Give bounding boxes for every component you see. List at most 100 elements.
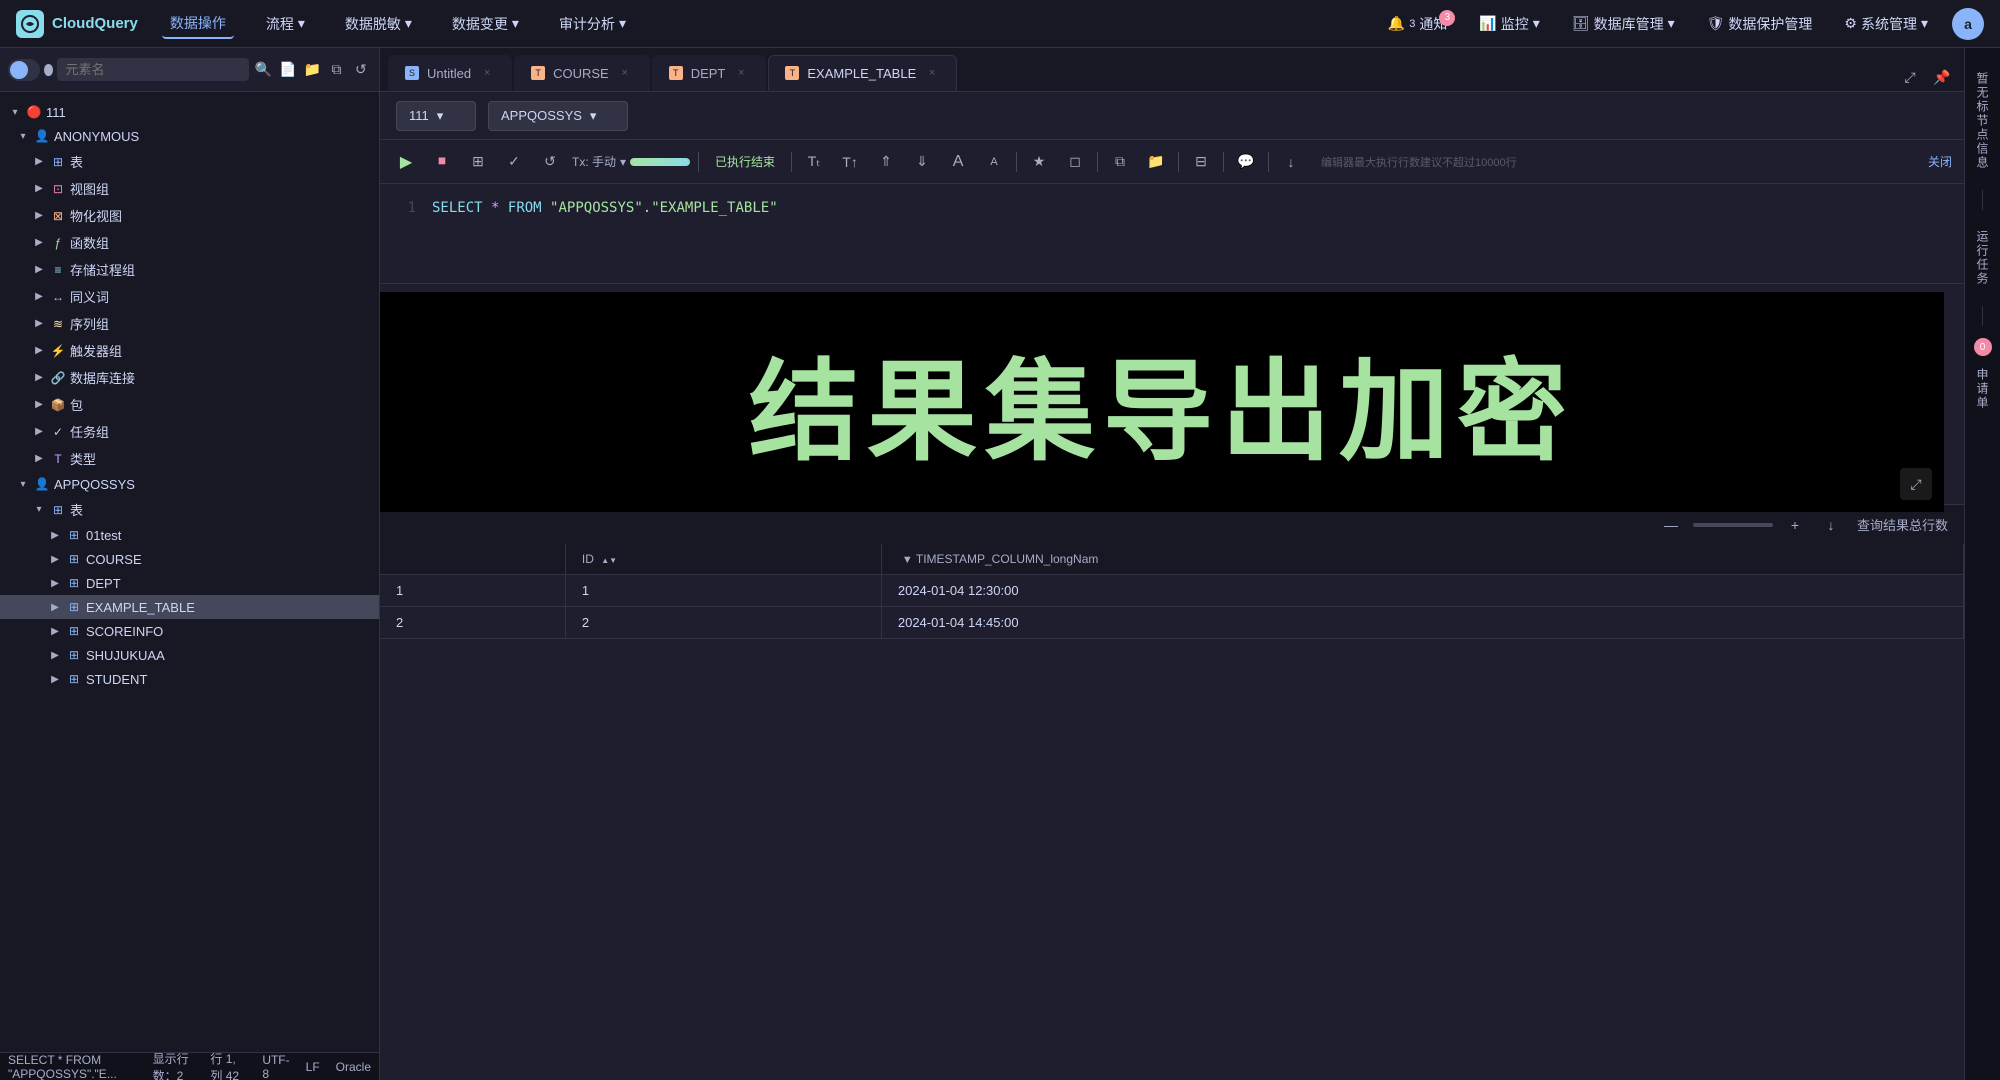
toolbar-divider [1178,152,1179,172]
editor-hint: 编辑器最大执行行数建议不超过10000行 [1321,154,1517,170]
new-file-icon[interactable]: 📄 [278,57,298,83]
check-button[interactable]: ✓ [500,148,528,176]
tree-item-mview[interactable]: ▶ ⊠ 物化视图 [0,202,379,229]
nav-data-protection[interactable]: 🛡 数据保护管理 [1699,10,1821,38]
font-up-btn[interactable]: T↑ [836,148,864,176]
text-small-btn[interactable]: A [980,148,1008,176]
run-button[interactable]: ▶ [392,148,420,176]
nav-desensitization[interactable]: 数据脱敏 ▾ [337,10,420,38]
nav-system[interactable]: ⚙ 系统管理 ▾ [1836,10,1936,38]
folder-icon[interactable]: 📁 [302,57,322,83]
code-editor[interactable]: 1 SELECT * FROM "APPQOSSYS"."EXAMPLE_TAB… [380,184,1964,284]
tab-close-dept[interactable]: × [733,65,749,81]
expand-button[interactable]: ⤢ [1896,63,1924,91]
col-header-id[interactable]: ID ▲▼ [565,544,881,575]
search-button[interactable]: 🔍 [253,57,273,83]
notification-bell[interactable]: 🔔 3 通知 3 [1380,10,1456,38]
tree-item-appqossys[interactable]: ▾ 👤 APPQOSSYS [0,472,379,496]
tree-item-course[interactable]: ▶ ⊞ COURSE [0,547,379,571]
copy-icon[interactable]: ⧉ [326,57,346,83]
user-avatar[interactable]: a [1952,8,1984,40]
overlay-fullscreen-btn[interactable]: ⤢ [1900,468,1932,500]
comment-btn[interactable]: ◻ [1061,148,1089,176]
tab-icon-dept: T [669,66,683,80]
right-sidebar-content: 暂无标节点信息 运行任务 0 申请单 [1970,56,1995,1072]
chevron-right-icon: ▶ [32,398,46,412]
nav-audit[interactable]: 审计分析 ▾ [551,10,634,38]
col-header-ts[interactable]: ▼ TIMESTAMP_COLUMN_longNam [881,544,1963,575]
keyword-select: SELECT [432,200,483,216]
view-icon: ⊡ [50,181,66,197]
folder-btn[interactable]: 📁 [1142,148,1170,176]
nav-monitor[interactable]: 📊 监控 ▾ [1471,10,1547,38]
right-sidebar: 暂无标节点信息 运行任务 0 申请单 [1964,48,2000,1080]
tree-label-trig: 触发器组 [70,341,122,360]
toggle-dot [10,61,28,79]
download-btn[interactable]: ↓ [1277,148,1305,176]
nav-flow[interactable]: 流程 ▾ [258,10,313,38]
tree-item-appq-table[interactable]: ▾ ⊞ 表 [0,496,379,523]
schema-selector[interactable]: APPQOSSYS ▾ [488,101,628,131]
indent-down-btn[interactable]: ⇓ [908,148,936,176]
tab-untitled[interactable]: S Untitled × [388,55,512,91]
tree-item-dept[interactable]: ▶ ⊞ DEPT [0,571,379,595]
tab-example-table[interactable]: T EXAMPLE_TABLE × [768,55,957,91]
undo-button[interactable]: ↺ [536,148,564,176]
tab-label-dept: DEPT [691,66,726,81]
tree-item-table[interactable]: ▶ ⊞ 表 [0,148,379,175]
sidebar-search-input[interactable] [57,58,249,81]
format-button[interactable]: ⊞ [464,148,492,176]
comment2-btn[interactable]: 💬 [1232,148,1260,176]
nav-data-change[interactable]: 数据变更 ▾ [444,10,527,38]
status-bar: SELECT * FROM "APPQOSSYS"."E... 显示行数：2 行… [0,1052,379,1080]
tab-close-course[interactable]: × [617,65,633,81]
tab-dept[interactable]: T DEPT × [652,55,767,91]
layout-btn[interactable]: ⊟ [1187,148,1215,176]
refresh-icon[interactable]: ↺ [351,57,371,83]
font-size-btn[interactable]: Tₜ [800,148,828,176]
tree-item-task[interactable]: ▶ ✓ 任务组 [0,418,379,445]
sidebar-toggle[interactable] [8,59,40,81]
type-icon: T [50,451,66,467]
tx-label: Tx: 手动 ▾ [572,153,690,170]
tx-progress-bar [630,158,690,166]
tree-item-syn[interactable]: ▶ ↔ 同义词 [0,283,379,310]
text-large-btn[interactable]: A [944,148,972,176]
tab-close-example[interactable]: × [924,65,940,81]
tab-close-untitled[interactable]: × [479,65,495,81]
pin-button[interactable]: 📌 [1928,63,1956,91]
download-results-btn[interactable]: ↓ [1817,511,1845,539]
indent-up-btn[interactable]: ⇑ [872,148,900,176]
nav-data-operations[interactable]: 数据操作 [162,9,234,39]
tree-label-func: 函数组 [70,233,109,252]
sidebar-toolbar: 🔍 📄 📁 ⧉ ↺ [0,48,379,92]
zoom-out-btn[interactable]: — [1657,511,1685,539]
tree-item-proc[interactable]: ▶ ≡ 存储过程组 [0,256,379,283]
db-selector[interactable]: 111 ▾ [396,101,476,131]
tree-item-111[interactable]: ▾ 🔴 111 [0,100,379,124]
tree-item-pkg[interactable]: ▶ 📦 包 [0,391,379,418]
zoom-in-btn[interactable]: + [1781,511,1809,539]
right-sidebar-tasks[interactable]: 运行任务 [1970,222,1995,294]
close-button[interactable]: 关闭 [1928,153,1952,170]
tree-item-conn[interactable]: ▶ 🔗 数据库连接 [0,364,379,391]
tree-item-shujukuaa[interactable]: ▶ ⊞ SHUJUKUAA [0,643,379,667]
tree-item-seq[interactable]: ▶ ≋ 序列组 [0,310,379,337]
tree-item-scoreinfo[interactable]: ▶ ⊞ SCOREINFO [0,619,379,643]
tree-item-01test[interactable]: ▶ ⊞ 01test [0,523,379,547]
star-btn[interactable]: ★ [1025,148,1053,176]
right-sidebar-apply-label[interactable]: 申请单 [1970,360,1995,418]
tab-course[interactable]: T COURSE × [514,55,650,91]
tree-item-anonymous[interactable]: ▾ 👤 ANONYMOUS [0,124,379,148]
tree-item-func[interactable]: ▶ ƒ 函数组 [0,229,379,256]
tree-item-student[interactable]: ▶ ⊞ STUDENT [0,667,379,691]
tree-item-example-table[interactable]: ▶ ⊞ EXAMPLE_TABLE [0,595,379,619]
tree-item-trig[interactable]: ▶ ⚡ 触发器组 [0,337,379,364]
chevron-down-icon: ▾ [1668,15,1675,32]
tree-item-view[interactable]: ▶ ⊡ 视图组 [0,175,379,202]
nav-db-manage[interactable]: 🗄 数据库管理 ▾ [1564,10,1683,38]
copy-btn[interactable]: ⧉ [1106,148,1134,176]
chevron-right-icon: ▶ [48,672,62,686]
tree-item-type[interactable]: ▶ T 类型 [0,445,379,472]
stop-button[interactable]: ⏹ [428,148,456,176]
